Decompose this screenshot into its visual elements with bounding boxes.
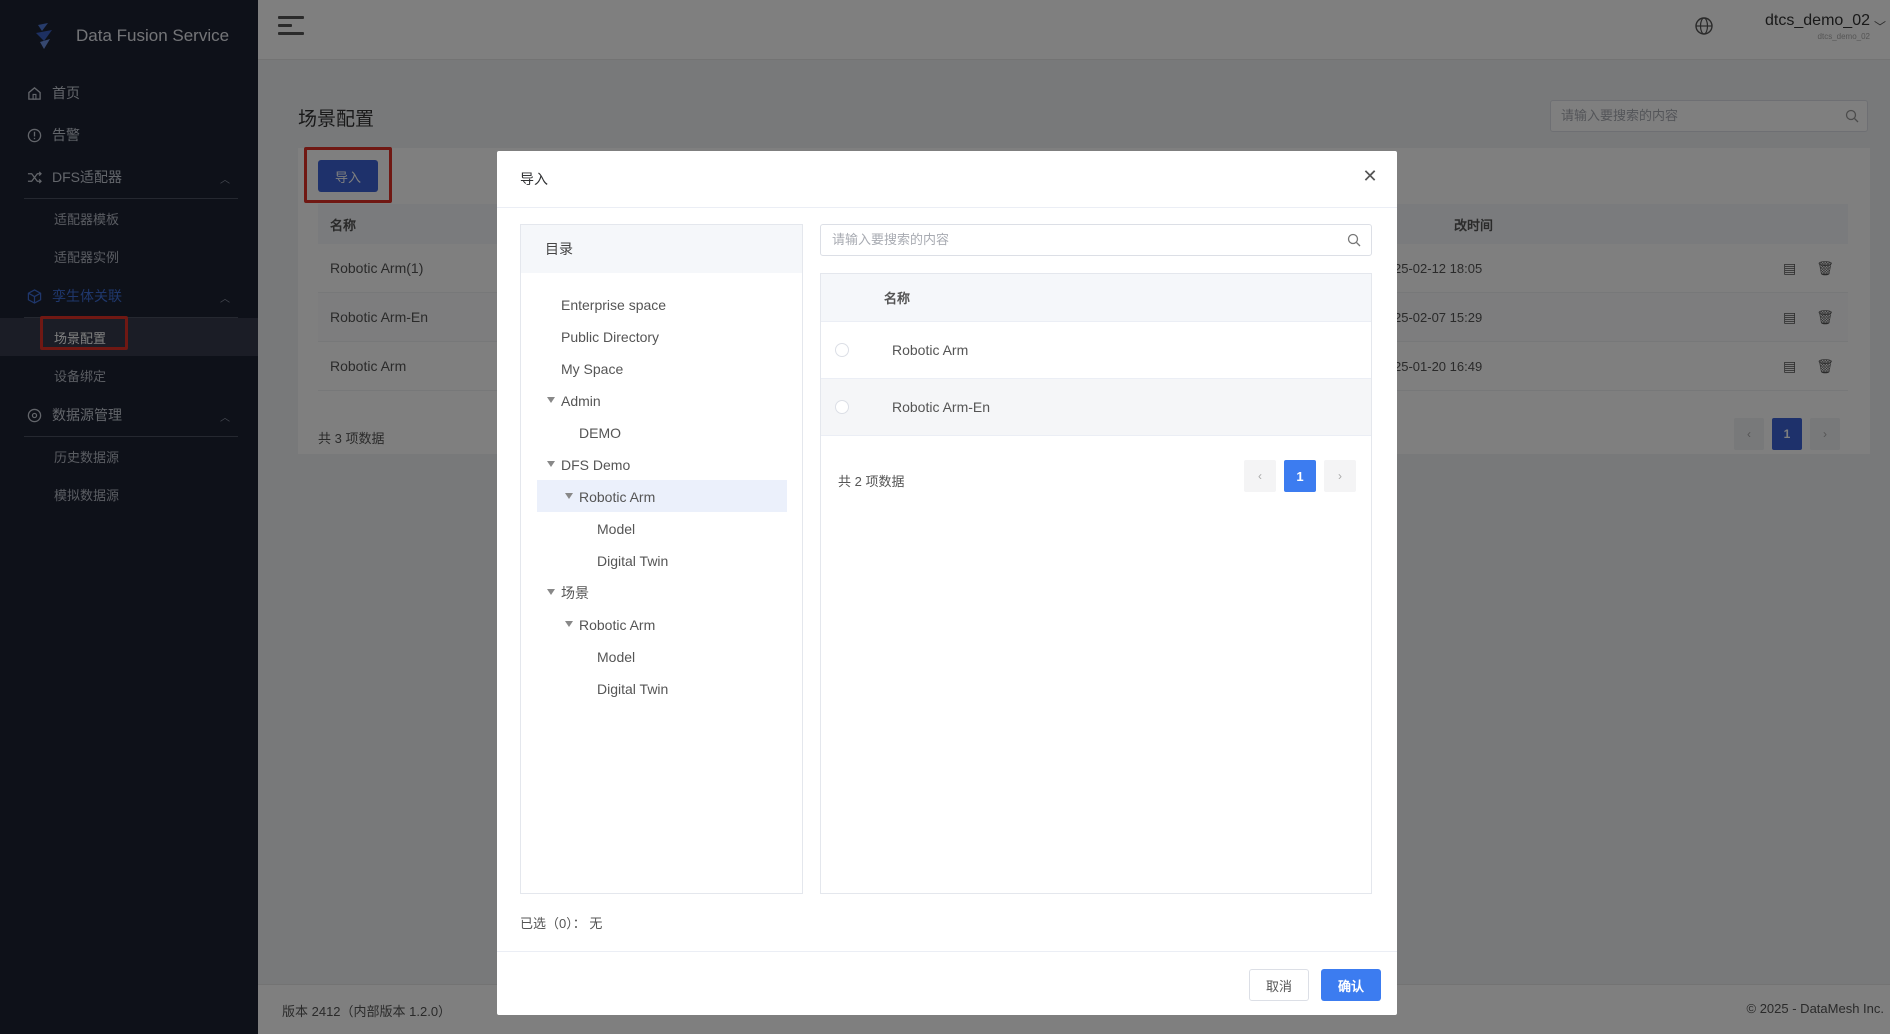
caret-down-icon[interactable] bbox=[547, 397, 555, 403]
tree-node-digital-twin-2[interactable]: Digital Twin bbox=[597, 673, 668, 705]
selected-summary: 已选（0）： 无 bbox=[520, 916, 603, 931]
tree-node-enterprise-space[interactable]: Enterprise space bbox=[561, 289, 666, 321]
list-total: 共 2 项数据 bbox=[838, 474, 905, 489]
caret-down-icon[interactable] bbox=[547, 589, 555, 595]
prev-page-button[interactable]: ‹ bbox=[1244, 460, 1276, 492]
tree-node-digital-twin[interactable]: Digital Twin bbox=[597, 545, 668, 577]
caret-down-icon[interactable] bbox=[565, 493, 573, 499]
radio-button[interactable] bbox=[835, 343, 849, 357]
caret-down-icon[interactable] bbox=[547, 461, 555, 467]
tree-node-my-space[interactable]: My Space bbox=[561, 353, 623, 385]
tree-node-model[interactable]: Model bbox=[597, 513, 635, 545]
list-item[interactable]: Robotic Arm-En bbox=[821, 379, 1371, 436]
tree-node-public-directory[interactable]: Public Directory bbox=[561, 321, 659, 353]
directory-tree: 目录 Enterprise space Public Directory My … bbox=[520, 224, 803, 894]
list-item-name: Robotic Arm bbox=[892, 342, 969, 358]
radio-button[interactable] bbox=[835, 400, 849, 414]
tree-node-label: Enterprise space bbox=[561, 297, 667, 313]
tree-node-robotic-arm[interactable]: Robotic Arm bbox=[565, 481, 656, 513]
next-page-button[interactable]: › bbox=[1324, 460, 1356, 492]
tree-node-demo[interactable]: DEMO bbox=[579, 417, 621, 449]
tree-node-label: Digital Twin bbox=[597, 553, 669, 569]
dialog-title: 导入 bbox=[520, 171, 548, 187]
tree-node-label: My Space bbox=[561, 361, 624, 377]
tree-node-model-2[interactable]: Model bbox=[597, 641, 635, 673]
tree-node-label: DFS Demo bbox=[561, 457, 631, 473]
tree-node-label: Robotic Arm bbox=[579, 617, 656, 633]
dialog-search-input[interactable]: 请输入要搜索的内容 bbox=[820, 224, 1372, 256]
tree-node-admin[interactable]: Admin bbox=[547, 385, 601, 417]
tree-node-robotic-arm-2[interactable]: Robotic Arm bbox=[565, 609, 656, 641]
tree-header: 目录 bbox=[521, 225, 802, 273]
page-button[interactable]: 1 bbox=[1284, 460, 1316, 492]
tree-node-scene[interactable]: 场景 bbox=[547, 577, 589, 609]
caret-down-icon[interactable] bbox=[565, 621, 573, 627]
tree-node-dfs-demo[interactable]: DFS Demo bbox=[547, 449, 631, 481]
cancel-button[interactable]: 取消 bbox=[1249, 969, 1309, 1001]
close-icon[interactable]: ✕ bbox=[1361, 166, 1379, 186]
tree-node-label: 场景 bbox=[561, 585, 589, 601]
list-header: 名称 bbox=[821, 274, 1371, 322]
search-icon bbox=[1347, 233, 1361, 247]
confirm-button[interactable]: 确认 bbox=[1321, 969, 1381, 1001]
tree-node-label: Robotic Arm bbox=[579, 489, 656, 505]
import-dialog: 导入 ✕ 目录 Enterprise space Public Director… bbox=[497, 151, 1397, 1015]
tree-node-label: Digital Twin bbox=[597, 681, 669, 697]
dialog-header: 导入 bbox=[497, 151, 1397, 208]
scene-list: 名称 Robotic Arm Robotic Arm-En 共 2 项数据 ‹ … bbox=[820, 273, 1372, 894]
tree-node-label: Public Directory bbox=[561, 329, 660, 345]
search-placeholder: 请输入要搜索的内容 bbox=[832, 232, 950, 247]
tree-node-label: Admin bbox=[561, 393, 601, 409]
dialog-footer: 取消 确认 bbox=[497, 951, 1397, 1015]
tree-node-label: Model bbox=[597, 649, 636, 665]
dialog-pagination: ‹ 1 › bbox=[1244, 460, 1356, 492]
list-item[interactable]: Robotic Arm bbox=[821, 322, 1371, 379]
tree-selection-highlight bbox=[537, 480, 787, 512]
tree-node-label: DEMO bbox=[579, 425, 621, 441]
tree-node-label: Model bbox=[597, 521, 636, 537]
list-item-name: Robotic Arm-En bbox=[892, 399, 991, 415]
